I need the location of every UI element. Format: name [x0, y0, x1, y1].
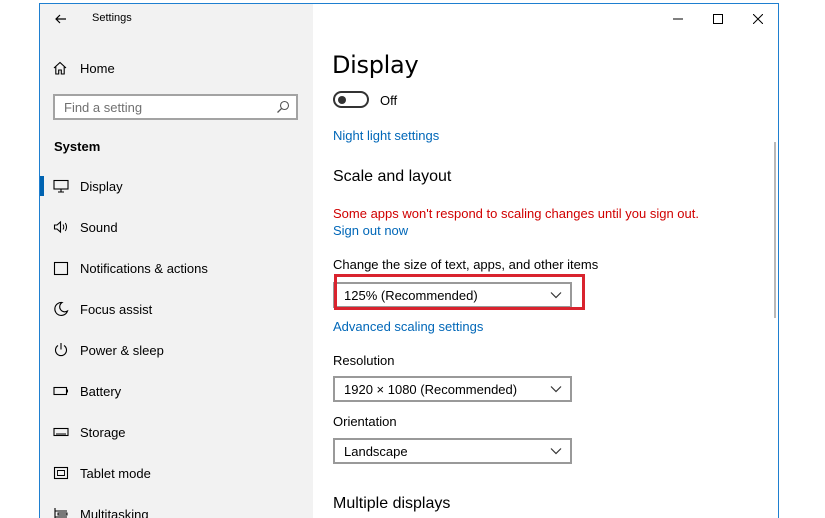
- page-title: Display: [332, 51, 419, 79]
- sidebar-item-label: Sound: [80, 219, 118, 235]
- advanced-scaling-link[interactable]: Advanced scaling settings: [333, 319, 483, 334]
- scaling-warning: Some apps won't respond to scaling chang…: [333, 206, 699, 221]
- resolution-dropdown-value: 1920 × 1080 (Recommended): [344, 382, 518, 397]
- main-content: Display Off Night light settings Scale a…: [313, 4, 778, 518]
- search-icon: [277, 100, 290, 113]
- resolution-label: Resolution: [333, 353, 395, 368]
- sidebar-item-label: Notifications & actions: [80, 260, 208, 276]
- home-label: Home: [80, 60, 115, 76]
- sidebar-item-display[interactable]: Display: [40, 168, 313, 204]
- back-button[interactable]: [50, 8, 72, 30]
- search-input[interactable]: [55, 96, 274, 118]
- sidebar-item-label: Tablet mode: [80, 465, 151, 481]
- sidebar-item-battery[interactable]: Battery: [40, 373, 313, 409]
- resolution-dropdown[interactable]: 1920 × 1080 (Recommended): [333, 376, 572, 402]
- night-light-toggle-state: Off: [380, 93, 398, 108]
- sidebar-item-label: Display: [80, 178, 123, 194]
- sidebar-item-power-sleep[interactable]: Power & sleep: [40, 332, 313, 368]
- close-icon: [753, 14, 763, 24]
- minimize-button[interactable]: [658, 4, 698, 34]
- speaker-icon: [53, 219, 69, 235]
- multitasking-icon: [53, 506, 69, 518]
- back-arrow-icon: [55, 14, 66, 24]
- sidebar-item-label: Battery: [80, 383, 122, 399]
- sidebar-item-storage[interactable]: Storage: [40, 414, 313, 450]
- search-box: [53, 94, 298, 120]
- storage-icon: [53, 424, 69, 440]
- sidebar-item-tablet-mode[interactable]: Tablet mode: [40, 455, 313, 491]
- title-bar: Settings: [40, 4, 313, 34]
- moon-icon: [53, 301, 69, 317]
- scale-dropdown-value: 125% (Recommended): [344, 288, 478, 303]
- home-icon: [53, 61, 67, 75]
- tablet-icon: [53, 465, 69, 481]
- scale-layout-heading: Scale and layout: [333, 168, 452, 185]
- home-link[interactable]: Home: [52, 56, 115, 80]
- section-title: System: [54, 139, 101, 154]
- orientation-dropdown[interactable]: Landscape: [333, 438, 572, 464]
- sign-out-link[interactable]: Sign out now: [333, 223, 408, 238]
- notification-icon: [53, 260, 69, 276]
- orientation-label: Orientation: [333, 414, 397, 429]
- window-title: Settings: [92, 12, 132, 24]
- sidebar-item-label: Focus assist: [80, 301, 153, 317]
- night-light-settings-link[interactable]: Night light settings: [333, 128, 439, 143]
- power-icon: [53, 342, 69, 358]
- scale-dropdown[interactable]: 125% (Recommended): [333, 282, 572, 308]
- sidebar-item-label: Storage: [80, 424, 126, 440]
- sidebar-item-multitasking[interactable]: Multitasking: [40, 496, 313, 518]
- sidebar: Settings Home System Display: [40, 4, 313, 518]
- close-button[interactable]: [738, 4, 778, 34]
- orientation-dropdown-value: Landscape: [344, 444, 408, 459]
- sidebar-item-notifications[interactable]: Notifications & actions: [40, 250, 313, 286]
- scrollbar[interactable]: [774, 142, 776, 318]
- sidebar-item-label: Power & sleep: [80, 342, 164, 358]
- maximize-button[interactable]: [698, 4, 738, 34]
- toggle-knob: [338, 95, 346, 104]
- chevron-down-icon: [550, 292, 562, 299]
- night-light-toggle[interactable]: [333, 91, 369, 108]
- sidebar-item-label: Multitasking: [80, 506, 149, 518]
- sidebar-item-sound[interactable]: Sound: [40, 209, 313, 245]
- monitor-icon: [53, 178, 69, 194]
- sidebar-item-focus-assist[interactable]: Focus assist: [40, 291, 313, 327]
- size-label: Change the size of text, apps, and other…: [333, 257, 599, 272]
- minimize-icon: [673, 18, 683, 20]
- settings-window: Settings Home System Display: [39, 3, 779, 518]
- maximize-icon: [713, 14, 723, 24]
- chevron-down-icon: [550, 448, 562, 455]
- battery-icon: [53, 383, 69, 399]
- chevron-down-icon: [550, 386, 562, 393]
- multiple-displays-heading: Multiple displays: [333, 495, 451, 512]
